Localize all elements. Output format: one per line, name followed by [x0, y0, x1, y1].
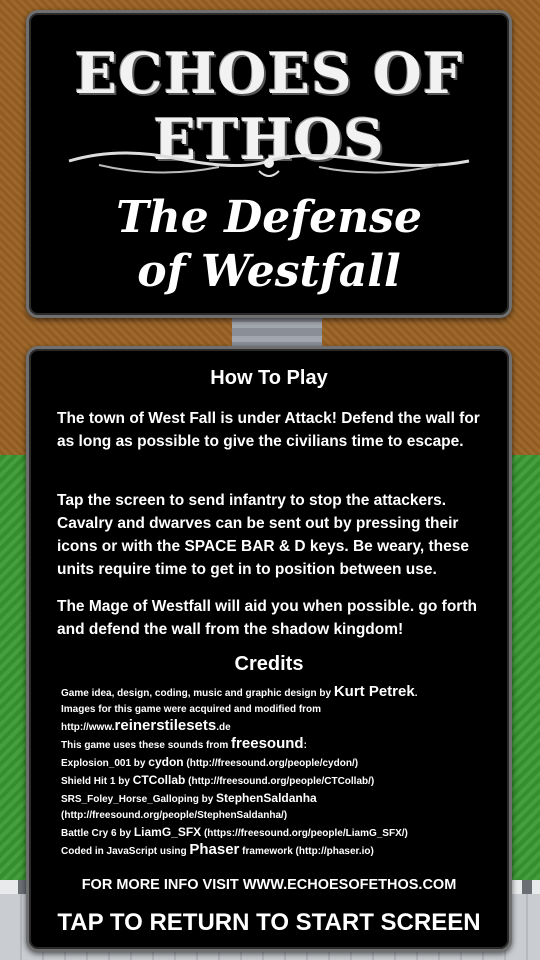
credit-line: Images for this game were acquired and m… — [61, 704, 322, 715]
subtitle-line-1: The Defense — [116, 192, 422, 243]
sound-credit: (http://freesound.org/people/StephenSald… — [61, 810, 288, 821]
instruction-paragraph: Tap the screen to send infantry to stop … — [57, 492, 470, 578]
subtitle-line-2: of Westfall — [137, 246, 401, 297]
instruction-paragraph: The Mage of Westfall will aid you when p… — [57, 598, 477, 638]
credits-list: Game idea, design, coding, music and gra… — [61, 683, 491, 861]
return-to-start-button[interactable]: TAP TO RETURN TO START SCREEN — [29, 909, 509, 937]
title-panel: ECHOES OF ETHOS The Defense of Westfall — [26, 10, 512, 318]
more-info-link: FOR MORE INFO VISIT WWW.ECHOESOFETHOS.CO… — [81, 877, 457, 893]
sound-credit: SRS_Foley_Horse_Galloping by StephenSald… — [61, 791, 317, 805]
credit-line: Game idea, design, coding, music and gra… — [61, 683, 418, 700]
credit-line: This game uses these sounds from freesou… — [61, 735, 307, 752]
game-subtitle: The Defense of Westfall — [29, 191, 509, 299]
credit-line: http://www.reinerstilesets.de — [61, 717, 231, 734]
sound-credit: Battle Cry 6 by LiamG_SFX (https://frees… — [61, 825, 408, 839]
credits-heading: Credits — [234, 653, 304, 675]
sound-credit: Explosion_001 by cydon (http://freesound… — [61, 755, 359, 769]
credit-line: Coded in JavaScript using Phaser framewo… — [61, 841, 374, 858]
instruction-paragraph: The town of West Fall is under Attack! D… — [57, 410, 480, 450]
how-to-play-heading: How To Play — [210, 367, 328, 389]
ornament-flourish-icon — [68, 151, 470, 177]
sound-credit: Shield Hit 1 by CTCollab (http://freesou… — [61, 773, 375, 787]
instructions-panel[interactable]: How To Play The town of West Fall is und… — [26, 346, 512, 952]
